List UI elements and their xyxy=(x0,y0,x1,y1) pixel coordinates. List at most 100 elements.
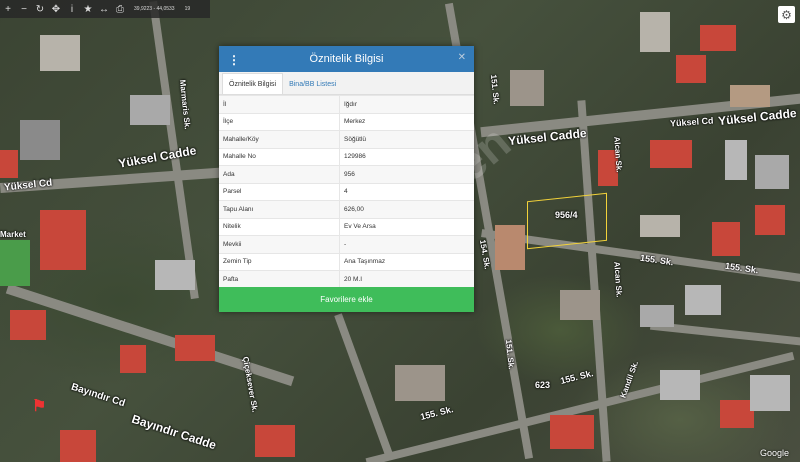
building xyxy=(130,95,170,125)
attribute-value: 20 M.I xyxy=(339,270,474,288)
info-icon[interactable]: i xyxy=(64,0,80,18)
building xyxy=(120,345,146,373)
table-row: Mevkii - xyxy=(219,235,474,253)
attribute-value: 129986 xyxy=(339,147,474,166)
building xyxy=(650,140,692,168)
measure-icon[interactable]: ↔ xyxy=(96,0,112,18)
building xyxy=(750,375,790,411)
attribute-key: İlçe xyxy=(219,112,340,131)
building xyxy=(40,210,86,270)
table-row: Parsel 4 xyxy=(219,182,474,201)
building xyxy=(640,215,680,237)
map-label: Alcan Sk. xyxy=(612,261,624,298)
move-icon[interactable]: ✥ xyxy=(48,0,64,18)
map-label: Yüksel Cd xyxy=(669,115,714,129)
building xyxy=(700,25,736,51)
attribute-key: Ada xyxy=(219,165,340,183)
table-row: Mahalle No 129986 xyxy=(219,147,474,166)
table-row: İlçe Merkez xyxy=(219,112,474,131)
zoom-in-icon[interactable]: + xyxy=(0,0,16,18)
attribute-value: Söğütlü xyxy=(339,130,474,148)
zoom-level: 19 xyxy=(184,6,191,12)
attribute-value: Iğdır xyxy=(339,95,474,113)
tab-building-list[interactable]: Bina/BB Listesi xyxy=(283,74,342,94)
dialog-header: ⋮ Öznitelik Bilgisi ✕ xyxy=(219,46,474,72)
attribute-key: Tapu Alanı xyxy=(219,200,340,218)
map-label: Marmaris Sk. xyxy=(177,79,192,130)
attribute-value: Ana Taşınmaz xyxy=(339,252,474,271)
map-label: Market xyxy=(0,230,26,239)
map-label: Bayındır Cd xyxy=(69,381,127,410)
building xyxy=(255,425,295,457)
road xyxy=(334,313,394,459)
building xyxy=(0,240,30,286)
building xyxy=(660,370,700,400)
attribute-value: 4 xyxy=(339,182,474,201)
attribute-key: Pafta xyxy=(219,270,340,288)
map-toolbar: + − ↻ ✥ i ★ ↔ ⎙ 39,9223 - 44,0533 19 xyxy=(0,0,210,18)
building xyxy=(712,222,740,256)
attribute-key: Mevkii xyxy=(219,235,340,253)
attribute-table: İl Iğdır İlçe Merkez Mahalle/Köy Söğütlü Mahal… xyxy=(219,95,474,288)
close-icon[interactable]: ✕ xyxy=(458,52,466,63)
building xyxy=(395,365,445,401)
refresh-icon[interactable]: ↻ xyxy=(32,0,48,18)
location-marker-icon[interactable]: ⚑ xyxy=(32,396,46,416)
map-label: 151. Sk. xyxy=(503,339,516,370)
table-row: Ada 956 xyxy=(219,165,474,183)
building xyxy=(755,155,789,189)
parcel-label: 956/4 xyxy=(555,210,578,220)
map-label: 155. Sk. xyxy=(419,404,455,422)
building xyxy=(20,120,60,160)
building xyxy=(725,140,747,180)
building xyxy=(495,225,525,270)
tab-attribute-info[interactable]: Öznitelik Bilgisi xyxy=(222,73,284,94)
attribute-key: İl xyxy=(219,95,340,113)
table-row: İl Iğdır xyxy=(219,95,474,113)
zoom-out-icon[interactable]: − xyxy=(16,0,32,18)
gear-icon[interactable]: ⚙ xyxy=(778,6,795,23)
building xyxy=(560,290,600,320)
attribute-value: 626,00 xyxy=(339,200,474,218)
building xyxy=(755,205,785,235)
map-label: Yüksel Cd xyxy=(3,177,53,194)
attribute-key: Parsel xyxy=(219,182,340,201)
selected-parcel[interactable] xyxy=(527,192,607,250)
map-label: Alcan Sk. xyxy=(612,136,624,173)
building xyxy=(155,260,195,290)
attribute-value: 956 xyxy=(339,165,474,183)
building xyxy=(730,85,770,107)
building xyxy=(685,285,721,315)
attribute-info-dialog: ⋮ Öznitelik Bilgisi ✕ Öznitelik Bilgisi … xyxy=(219,46,474,312)
attribute-key: Nitelik xyxy=(219,217,340,236)
building xyxy=(640,12,670,52)
building xyxy=(640,305,674,327)
building xyxy=(720,400,754,428)
map-label: Bayındır Cadde xyxy=(129,411,219,453)
attribute-value: Ev Ve Arsa xyxy=(339,217,474,236)
map-label: 623 xyxy=(535,380,551,390)
table-row: Nitelik Ev Ve Arsa xyxy=(219,217,474,236)
dialog-tabs: Öznitelik Bilgisi Bina/BB Listesi xyxy=(219,72,474,95)
print-icon[interactable]: ⎙ xyxy=(112,0,128,18)
table-row: Pafta 20 M.I xyxy=(219,270,474,288)
map-label: Yüksel Cadde xyxy=(117,143,198,171)
building xyxy=(0,150,18,178)
menu-icon[interactable]: ⋮ xyxy=(228,53,240,67)
google-logo: Google xyxy=(760,448,790,458)
building xyxy=(510,70,544,106)
table-row: Mahalle/Köy Söğütlü xyxy=(219,130,474,148)
building xyxy=(10,310,46,340)
add-to-favorites-button[interactable]: Favorilere ekle xyxy=(219,287,474,312)
table-row: Tapu Alanı 626,00 xyxy=(219,200,474,218)
map-label: 155. Sk. xyxy=(724,260,760,276)
coordinate-readout: 39,9223 - 44,0533 xyxy=(134,6,175,12)
dialog-title: Öznitelik Bilgisi xyxy=(309,53,384,65)
attribute-value: Merkez xyxy=(339,112,474,131)
star-icon[interactable]: ★ xyxy=(80,0,96,18)
attribute-key: Zemin Tip xyxy=(219,252,340,271)
attribute-key: Mahalle No xyxy=(219,147,340,166)
map-label: 155. Sk. xyxy=(559,368,595,386)
map-label: 151. Sk. xyxy=(488,74,501,105)
table-row: Zemin Tip Ana Taşınmaz xyxy=(219,252,474,271)
